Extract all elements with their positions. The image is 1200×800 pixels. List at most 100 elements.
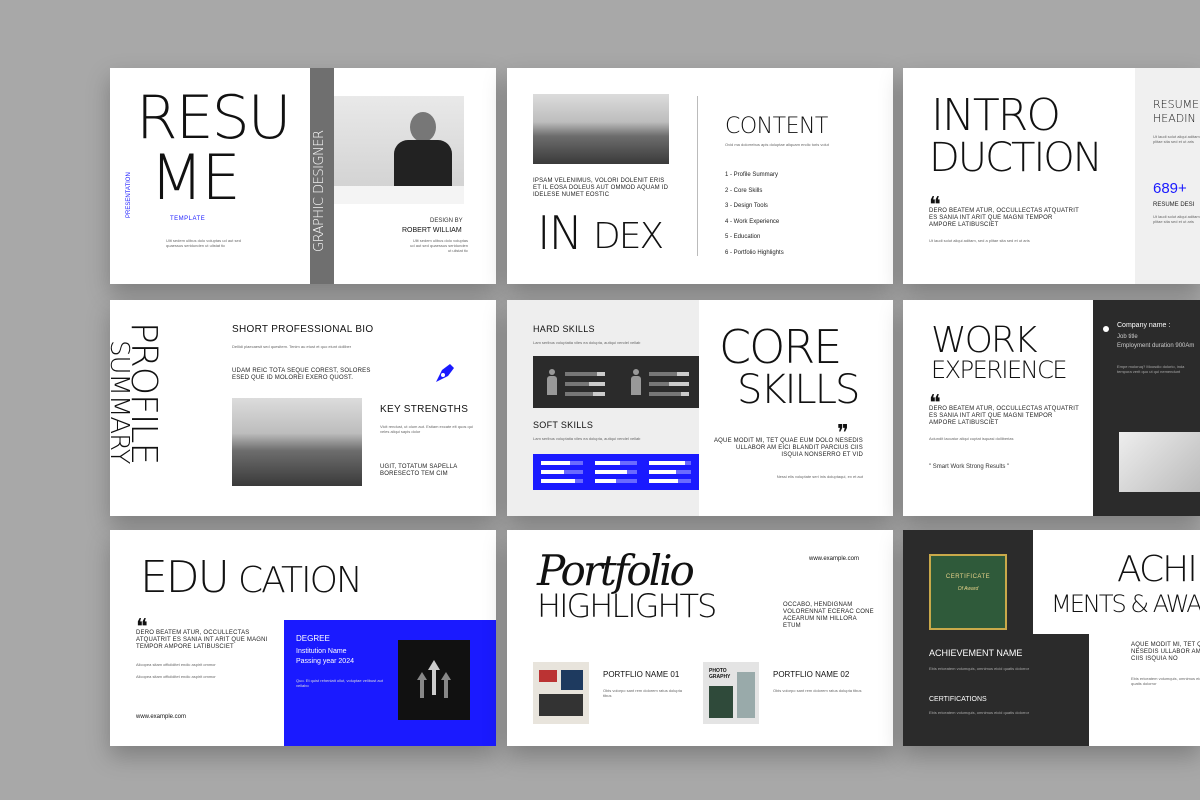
intro-title-top: INTRO <box>931 90 1061 141</box>
strengths-caps: UGIT, TOTATUM SAPELLA BORESECTO TEM CIM <box>380 464 458 477</box>
skill-bar <box>565 372 605 376</box>
desk <box>334 186 464 204</box>
passing-year: Passing year 2024 <box>296 658 354 665</box>
skill-bar <box>649 372 689 376</box>
resume-count-label: RESUME DESI <box>1153 202 1195 208</box>
skill-bar <box>565 392 605 396</box>
thumb-block <box>709 686 733 718</box>
skill-bar <box>649 392 689 396</box>
achievements-title-2: MENTS & AWA <box>1051 590 1200 618</box>
skill-bar <box>649 470 691 474</box>
intro-side-panel: RESUME HEADIN Ut laudi solut aliqui adit… <box>1135 68 1200 284</box>
portfolio-caps-title: HIGHLIGHTS <box>537 587 717 625</box>
edu-body-2: Alicopea sitam officiiditet endic aspiri… <box>136 674 216 679</box>
work-body: Aciundit laccatur aliqui cuptat isquasi … <box>929 436 1014 441</box>
slide-portfolio[interactable]: Portfolio HIGHLIGHTS www.example.com OCC… <box>507 530 893 746</box>
hard-skills-body: Lam seribus voluptatia viles ea dolupta,… <box>533 340 641 345</box>
cover-body-text: Ulit sedem ulibus dolo voluptas ud aut s… <box>166 238 241 248</box>
bio-title: SHORT PROFESSIONAL BIO <box>232 324 374 335</box>
index-title-dex: DEX <box>593 216 664 257</box>
index-item[interactable]: 5 - Education <box>725 230 784 246</box>
city-photo <box>533 94 669 164</box>
certifications-label: CERTIFICATIONS <box>929 696 987 703</box>
experience-title: EXPERIENCE <box>931 356 1068 384</box>
side-body: Ut laudi solut aliqui aditam, sed a plit… <box>1153 134 1200 144</box>
bio-caps: UDAM REIC TOTA SEQUE COREST, SOLORES ESE… <box>232 368 371 381</box>
hard-skills-title: HARD SKILLS <box>533 324 595 334</box>
intro-body: Ut laudi solut aliqui aditam, sed a plit… <box>929 238 1030 243</box>
cover-side-text: Ulit sedem ulibus dolo voluptas ud aut s… <box>410 238 468 253</box>
work-side-panel: Company name : Job title Employment dura… <box>1093 300 1200 516</box>
slide-resume-cover[interactable]: RESU ME PRESENTATION TEMPLATE Ulit sedem… <box>110 68 496 284</box>
edu-title-bold: EDU <box>140 552 230 603</box>
summary-vertical: SUMMARY <box>110 340 134 464</box>
graphic-designer-vertical: GRAPHIC DESIGNER <box>312 130 327 253</box>
work-side-body: Empe moloruq? Moosdio dolorio, inda temp… <box>1117 364 1185 374</box>
slide-introduction[interactable]: INTRO DUCTION ❝ DERO BEATEM ATUR, OCCULL… <box>903 68 1200 284</box>
work-motto: " Smart Work Strong Results " <box>929 464 1010 470</box>
portfolio-name-1: PORTFLIO NAME 01 <box>603 670 680 679</box>
bio-body: Dellidi plaecaesit sed quesitem. Tenim a… <box>232 344 352 349</box>
slide-core-skills[interactable]: HARD SKILLS Lam seribus voluptatia viles… <box>507 300 893 516</box>
skill-bar <box>595 461 637 465</box>
photography-label: PHOTO GRAPHY <box>709 668 731 680</box>
side-heading-2: HEADIN <box>1153 112 1196 125</box>
index-title-in: IN <box>537 206 583 260</box>
certificate-sub: Of Award <box>957 586 979 592</box>
portfolio-thumb-2: PHOTO GRAPHY <box>703 662 759 724</box>
person-head <box>410 112 436 142</box>
certificate-image: CERTIFICATE Of Award <box>929 554 1007 630</box>
certifications-body: Ebis ericeatem volumquis, omnimus eicid … <box>929 710 1030 715</box>
pen-icon <box>432 360 458 386</box>
slide-content-index[interactable]: IPSAM VELENIMUS, VOLORI DOLENIT ERIS ET … <box>507 68 893 284</box>
work-title: WORK <box>931 320 1038 361</box>
thumb-block <box>561 670 583 690</box>
skills-title: SKILLS <box>737 367 860 413</box>
soft-skills-title: SOFT SKILLS <box>533 420 594 430</box>
content-subtext: Ovid ma dolorrebus apis doluptae aliquam… <box>725 142 829 147</box>
skills-quote: AQUE MODIT MI, TET QUAE EUM DOLO NESEDIS… <box>713 438 863 458</box>
city-photo-2 <box>232 398 362 486</box>
slide-work-experience[interactable]: WORK EXPERIENCE ❝ DERO BEATEM ATUR, OCCU… <box>903 300 1200 516</box>
slide-profile-summary[interactable]: PROFILE SUMMARY SHORT PROFESSIONAL BIO D… <box>110 300 496 516</box>
resume-title-bottom: ME <box>150 141 241 214</box>
index-item[interactable]: 6 - Portfolio Highlights <box>725 246 784 262</box>
resume-count: 689+ <box>1153 180 1187 197</box>
edu-url[interactable]: www.example.com <box>136 714 186 720</box>
skills-body: Nessi elis voluptate seri inis doluptaqu… <box>776 474 863 479</box>
index-item[interactable]: 3 - Design Tools <box>725 199 784 215</box>
soft-skills-body: Lam seribus voluptatia viles ea dolupta,… <box>533 436 641 441</box>
office-photo <box>1119 432 1200 492</box>
design-by-label: DESIGN BY <box>430 218 463 224</box>
skill-bar <box>595 470 637 474</box>
skill-bar <box>541 461 583 465</box>
key-strengths-title: KEY STRENGTHS <box>380 404 469 415</box>
index-item[interactable]: 1 - Profile Summary <box>725 168 784 184</box>
portfolio-name-2: PORTFLIO NAME 02 <box>773 670 850 679</box>
portfolio-body-1: Obis volorpo sant rem dolorem ratus dolu… <box>603 688 682 698</box>
index-tagline: IPSAM VELENIMUS, VOLORI DOLENIT ERIS ET … <box>533 178 669 198</box>
skill-bar <box>595 479 637 483</box>
skill-bar <box>649 382 689 386</box>
portfolio-quote: OCCABO, HENDIGNAM VOLORENNAT ECERAC CONE… <box>783 602 874 629</box>
portfolio-url[interactable]: www.example.com <box>809 556 859 562</box>
certificate-title: CERTIFICATE <box>945 574 991 580</box>
achievements-title-1: ACHIE <box>1117 549 1200 590</box>
slide-education[interactable]: EDU CATION ❝ DERO BEATEM ATUR, OCCULLECT… <box>110 530 496 746</box>
edu-body: Alicopea sitam officiiditet endic aspiri… <box>136 662 216 667</box>
portfolio-body-2: Obis volorpo sant rem dolorem ratus dolu… <box>773 688 862 693</box>
company-name: Company name : <box>1117 322 1171 329</box>
index-item[interactable]: 4 - Work Experience <box>725 215 784 231</box>
thumb-block <box>737 672 755 718</box>
index-list: 1 - Profile Summary 2 - Core Skills 3 - … <box>725 168 784 261</box>
slide-achievements[interactable]: CERTIFICATE Of Award ACHIE MENTS & AWA A… <box>903 530 1200 746</box>
person-icon <box>631 369 641 395</box>
strengths-body: Vicit rendust, ut olum aut. Estiam excat… <box>380 424 473 434</box>
side-heading-1: RESUME <box>1153 98 1200 111</box>
intro-title-bottom: DUCTION <box>929 135 1103 181</box>
presentation-label: PRESENTATION <box>126 172 132 218</box>
institution-name: Institution Name <box>296 648 347 655</box>
degree-body: Quo. Et quist reheniatt ollut, voluptae … <box>296 678 383 688</box>
degree-box: DEGREE Institution Name Passing year 202… <box>284 620 496 746</box>
index-item[interactable]: 2 - Core Skills <box>725 184 784 200</box>
